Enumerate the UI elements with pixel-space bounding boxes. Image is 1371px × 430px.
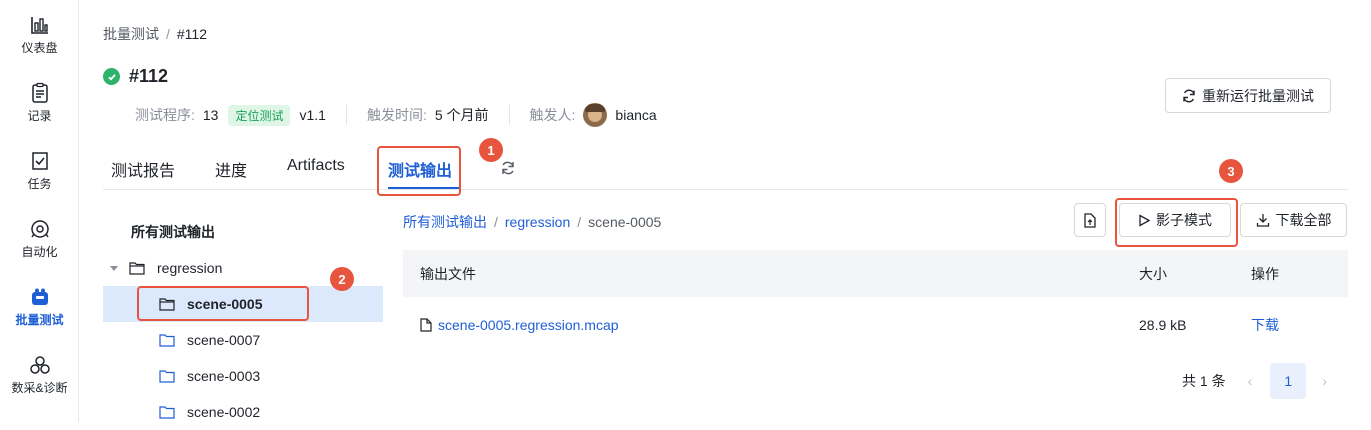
automation-icon [30, 220, 49, 238]
tabs: 测试报告 进度 Artifacts 测试输出 [103, 147, 1348, 190]
trigger-user-value: bianca [615, 107, 657, 123]
record-icon [31, 82, 48, 103]
next-page-icon[interactable]: › [1322, 373, 1327, 389]
caret-down-icon [110, 266, 118, 271]
path-parent-link[interactable]: regression [505, 214, 570, 230]
meta-row: 测试程序: 13 定位测试 v1.1 触发时间: 5 个月前 触发人: bian… [135, 101, 657, 129]
task-icon [31, 152, 48, 170]
sidebar-item-record[interactable]: 记录 [0, 82, 79, 138]
table-header: 输出文件 大小 操作 [403, 250, 1348, 297]
sidebar-item-diagnosis[interactable]: 数采&诊断 [0, 354, 79, 410]
sidebar-item-label: 批量测试 [15, 313, 64, 327]
tree-item-label: regression [157, 260, 223, 276]
trigger-time-label: 触发时间: [366, 107, 427, 123]
tab-artifacts[interactable]: Artifacts [287, 157, 345, 175]
tree-item-scene-0002[interactable]: scene-0002 [103, 394, 383, 430]
column-header-size: 大小 [1139, 265, 1167, 282]
download-link[interactable]: 下载 [1251, 315, 1279, 335]
table-row: scene-0005.regression.mcap 28.9 kB 下载 [403, 297, 1348, 353]
refresh-icon[interactable] [500, 160, 516, 181]
column-header-file: 输出文件 [420, 265, 476, 282]
trigger-time-value: 5 个月前 [434, 107, 489, 123]
sidebar-item-label: 仪表盘 [21, 41, 58, 55]
download-all-button[interactable]: 下载全部 [1240, 203, 1347, 237]
sidebar-item-batch-test[interactable]: 批量测试 [0, 286, 79, 342]
path-current: scene-0005 [588, 214, 662, 230]
dashboard-icon [30, 17, 48, 34]
output-files-table: 输出文件 大小 操作 scene-0005.regression.mcap 28… [403, 250, 1348, 353]
sidebar-item-label: 任务 [27, 177, 52, 191]
open-file-button[interactable] [1074, 203, 1106, 237]
main-content: 批量测试 / #112 #112 测试程序: 13 定位测试 v1.1 触发时间: … [80, 0, 1371, 422]
program-value: 13 [202, 107, 219, 123]
tree-item-label: scene-0007 [187, 332, 261, 348]
tree-item-label: scene-0002 [187, 404, 261, 420]
success-check-icon [103, 68, 120, 85]
program-tag: 定位测试 [228, 104, 291, 126]
divider [508, 105, 510, 125]
tree-title: 所有测试输出 [131, 224, 215, 240]
annotation-badge-3: 3 [1219, 159, 1243, 183]
avatar [583, 103, 608, 127]
annotation-badge-1: 1 [479, 138, 503, 162]
sidebar-item-automation[interactable]: 自动化 [0, 218, 79, 274]
rerun-batch-test-button[interactable]: 重新运行批量测试 [1165, 78, 1331, 113]
title-row: #112 [103, 66, 168, 87]
sidebar: 仪表盘 记录 任务 自动化 批量测试 数采&诊断 [0, 0, 79, 422]
folder-icon [159, 406, 175, 419]
batch-test-icon [31, 288, 48, 305]
pagination-total: 共 1 条 [1182, 373, 1226, 389]
file-export-icon [1084, 212, 1096, 228]
file-icon [420, 318, 432, 332]
file-link[interactable]: scene-0005.regression.mcap [420, 317, 619, 333]
tree-item-scene-0003[interactable]: scene-0003 [103, 358, 383, 394]
program-version: v1.1 [299, 107, 326, 123]
annotation-box-2 [137, 286, 309, 321]
download-all-label: 下载全部 [1275, 212, 1332, 228]
pagination: 共 1 条 ‹ 1 › [1182, 363, 1327, 399]
annotation-badge-2: 2 [330, 267, 354, 291]
breadcrumb-separator: / [166, 26, 170, 42]
column-header-action: 操作 [1251, 265, 1279, 282]
path-root-link[interactable]: 所有测试输出 [403, 214, 487, 230]
sidebar-item-dashboard[interactable]: 仪表盘 [0, 14, 79, 70]
divider [345, 105, 347, 125]
breadcrumb-parent[interactable]: 批量测试 [103, 26, 159, 42]
sidebar-item-label: 记录 [27, 109, 52, 123]
file-name: scene-0005.regression.mcap [438, 317, 619, 333]
page-title: #112 [129, 66, 169, 86]
output-path-breadcrumb: 所有测试输出 / regression / scene-0005 [403, 212, 661, 232]
annotation-box-1 [377, 146, 461, 196]
refresh-icon [1183, 89, 1195, 102]
file-size: 28.9 kB [1139, 317, 1187, 333]
rerun-button-label: 重新运行批量测试 [1202, 87, 1314, 104]
page-button[interactable]: 1 [1270, 363, 1307, 399]
tab-progress[interactable]: 进度 [215, 157, 247, 181]
tab-test-report[interactable]: 测试报告 [111, 157, 175, 181]
diagnosis-icon [29, 356, 50, 374]
sidebar-item-label: 自动化 [21, 245, 58, 259]
tree-item-scene-0007[interactable]: scene-0007 [103, 322, 383, 358]
annotation-box-3 [1115, 198, 1238, 247]
folder-icon [159, 334, 175, 347]
trigger-user-label: 触发人: [529, 107, 576, 123]
breadcrumb-current: #112 [176, 26, 207, 42]
breadcrumb: 批量测试 / #112 [103, 24, 207, 44]
folder-icon [129, 262, 145, 275]
folder-icon [159, 370, 175, 383]
path-separator: / [494, 214, 498, 230]
sidebar-item-task[interactable]: 任务 [0, 150, 79, 206]
sidebar-item-label: 数采&诊断 [11, 381, 68, 395]
tree-item-label: scene-0003 [187, 368, 261, 384]
prev-page-icon[interactable]: ‹ [1248, 373, 1253, 389]
download-icon [1256, 214, 1269, 227]
path-separator: / [577, 214, 582, 230]
program-label: 测试程序: [135, 107, 195, 123]
